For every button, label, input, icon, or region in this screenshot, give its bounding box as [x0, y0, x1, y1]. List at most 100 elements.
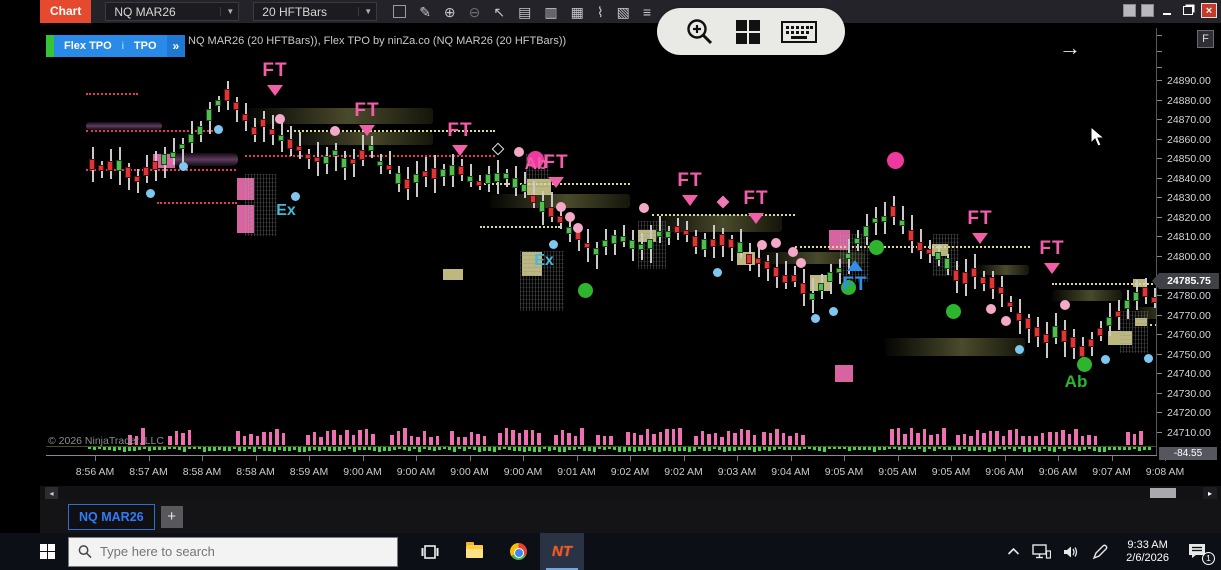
close-button[interactable]: × — [1201, 3, 1217, 18]
instrument-selector[interactable]: NQ MAR26 ▼ — [105, 2, 239, 21]
delta-bar — [713, 447, 716, 449]
window-grid-icon[interactable] — [734, 18, 762, 46]
flex-tpo-expand-icon[interactable]: » — [167, 35, 186, 57]
horizontal-scrollbar[interactable]: ◂ ▸ — [40, 486, 1221, 500]
time-tick — [737, 456, 738, 461]
delta-bar — [818, 447, 821, 451]
draw-pencil-icon[interactable]: ✎ — [419, 5, 431, 19]
delta-bar — [878, 447, 881, 450]
delta-bar — [128, 447, 131, 451]
panel-icon[interactable]: ▥ — [544, 5, 557, 19]
volume-bar — [567, 433, 571, 445]
tray-chevron-up-icon[interactable] — [1007, 547, 1020, 556]
price-tick — [1157, 139, 1162, 140]
time-axis[interactable]: 8:56 AM8:57 AM8:58 AM8:58 AM8:59 AM9:00 … — [40, 456, 1157, 486]
delta-bar — [1143, 447, 1146, 450]
chart-menu-button[interactable]: Chart — [40, 0, 91, 23]
delta-bar — [543, 447, 546, 449]
delta-bar — [688, 447, 691, 452]
pen-icon[interactable] — [1092, 544, 1108, 560]
candle-body — [323, 156, 329, 165]
candle-body — [422, 171, 428, 177]
add-tab-button[interactable]: + — [161, 506, 183, 528]
workspace-button-2[interactable] — [1141, 4, 1154, 17]
candle-body — [170, 152, 176, 158]
last-price-tag: 24785.75 — [1159, 273, 1219, 289]
candle-body — [845, 253, 851, 259]
price-axis[interactable]: 24785.75 -84.55 24890.0024880.0024870.00… — [1157, 26, 1221, 456]
delta-bar — [658, 447, 661, 452]
delta-bar — [1078, 447, 1081, 451]
delta-bar — [823, 447, 826, 452]
taskbar-search[interactable] — [68, 537, 398, 567]
interval-selector[interactable]: 20 HFTBars ▼ — [253, 2, 377, 21]
minimize-button[interactable] — [1159, 3, 1175, 18]
signal-dot-blue — [829, 307, 838, 316]
delta-bar — [1108, 447, 1111, 450]
file-explorer-button[interactable] — [452, 533, 496, 570]
volume-bar — [269, 432, 273, 445]
workspace-button-1[interactable] — [1123, 4, 1136, 17]
magnifier-plus-icon[interactable] — [685, 17, 715, 47]
zoom-out-icon[interactable]: ⊖ — [469, 5, 481, 19]
candle-body — [152, 161, 158, 170]
taskbar-clock[interactable]: 9:33 AM 2/6/2026 — [1126, 539, 1169, 565]
delta-bar — [1133, 447, 1136, 449]
volume-bar — [1068, 434, 1072, 445]
task-view-button[interactable] — [408, 533, 452, 570]
ft-down-triangle — [1044, 263, 1060, 274]
candle-body — [863, 226, 869, 238]
volume-bar — [1139, 431, 1143, 445]
line-tool-icon[interactable]: ⌇ — [597, 5, 604, 19]
candle-body — [143, 167, 149, 176]
ft-down-triangle — [748, 213, 764, 224]
volume-bar — [1008, 430, 1012, 445]
chart-plot-area[interactable]: Flex TPO i TPO » NQ MAR26 (20 HFTBars)),… — [40, 26, 1156, 456]
candle-body — [755, 258, 761, 264]
desktop-screen: Chart NQ MAR26 ▼ 20 HFTBars ▼ ✎ ⊕ ⊖ ↖ ▤ ▥ ▦ ⌇ ▧ ≡… — [0, 0, 1221, 570]
notification-badge: 1 — [1202, 552, 1215, 565]
scrollbar-thumb[interactable] — [1150, 488, 1176, 498]
pointer-icon[interactable]: ↖ — [493, 5, 505, 19]
delta-bar — [403, 447, 406, 450]
volume-bar — [969, 436, 973, 445]
candle-body — [467, 176, 473, 182]
go-to-latest-arrow[interactable]: → — [1059, 38, 1081, 58]
delta-bar — [828, 447, 831, 449]
chrome-button[interactable] — [496, 533, 540, 570]
f-key-button[interactable]: F — [1197, 30, 1214, 48]
tpo-letter-cluster — [1120, 311, 1148, 353]
indicator-list-icon[interactable]: ≡ — [643, 5, 651, 19]
chart-properties-icon[interactable]: ▧ — [617, 5, 630, 19]
network-icon[interactable] — [1032, 544, 1051, 559]
color-swatch-icon[interactable] — [393, 5, 406, 18]
candle-body — [1088, 339, 1094, 347]
keyboard-icon[interactable] — [781, 19, 817, 45]
flex-tpo-right-label: TPO — [134, 40, 157, 52]
zoom-in-icon[interactable]: ⊕ — [444, 5, 456, 19]
volume-icon[interactable] — [1063, 545, 1080, 559]
bar-type-icon[interactable]: ▦ — [571, 5, 584, 19]
start-button[interactable] — [30, 533, 64, 570]
restore-button[interactable] — [1180, 3, 1196, 18]
delta-bar — [1053, 447, 1056, 452]
tab-nq-mar26[interactable]: NQ MAR26 — [68, 504, 155, 530]
search-input[interactable] — [100, 544, 388, 559]
marker-text: Ab — [1065, 372, 1088, 392]
candle-body — [953, 270, 959, 281]
level-dotted-line — [1052, 283, 1156, 285]
time-tick — [202, 456, 203, 461]
data-box-icon[interactable]: ▤ — [518, 5, 531, 19]
ninjatrader-button[interactable]: NT — [540, 533, 584, 570]
volume-bar — [511, 430, 515, 445]
scroll-right-button[interactable]: ▸ — [1203, 487, 1217, 499]
clock-time: 9:33 AM — [1126, 539, 1169, 552]
candle-body — [926, 249, 932, 255]
action-center-button[interactable]: 1 — [1187, 542, 1211, 562]
candle-body — [107, 161, 113, 171]
flex-tpo-button[interactable]: Flex TPO i TPO » — [46, 35, 185, 57]
scroll-left-button[interactable]: ◂ — [45, 487, 58, 499]
candle-body — [971, 268, 977, 277]
volume-bar — [665, 429, 669, 445]
delta-bar — [763, 447, 766, 450]
